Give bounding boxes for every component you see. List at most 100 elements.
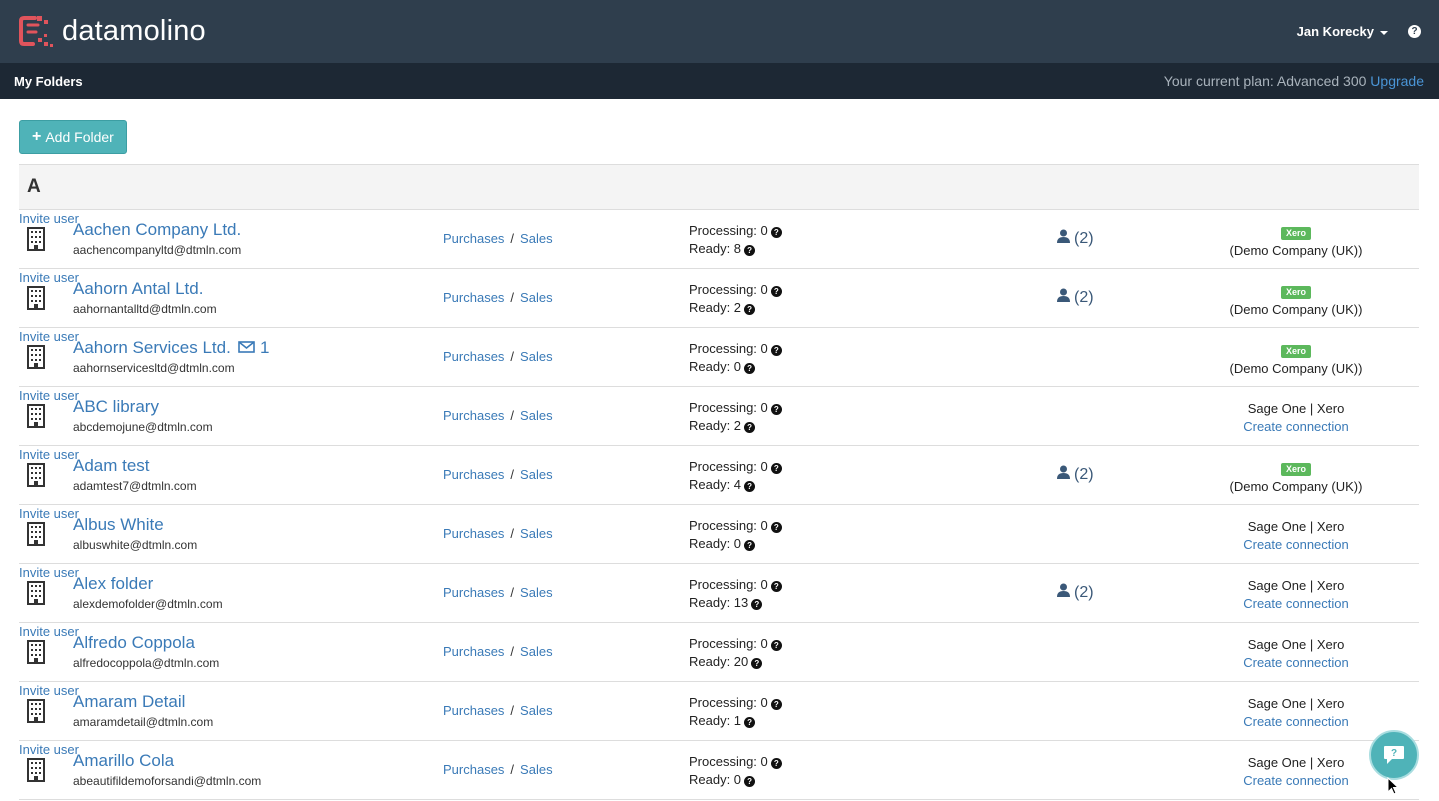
invite-user-link[interactable]: Invite user — [19, 447, 79, 462]
sales-link[interactable]: Sales — [520, 585, 553, 600]
create-connection-link[interactable]: Create connection — [1243, 714, 1349, 729]
invite-user-link[interactable]: Invite user — [19, 683, 79, 698]
sales-link[interactable]: Sales — [520, 526, 553, 541]
invite-user-link[interactable]: Invite user — [19, 211, 79, 226]
question-circle-icon[interactable]: ? — [751, 658, 763, 669]
link-separator: / — [510, 231, 515, 246]
question-circle-icon[interactable]: ? — [744, 422, 756, 433]
purchases-link[interactable]: Purchases — [443, 231, 504, 246]
folder-name-link[interactable]: Alex folder — [73, 574, 153, 593]
question-circle-icon[interactable]: ? — [770, 758, 782, 769]
question-circle-icon[interactable]: ? — [770, 522, 782, 533]
chat-support-button[interactable]: ? — [1369, 730, 1419, 780]
folder-name-link[interactable]: Amaram Detail — [73, 692, 185, 711]
ready-count: Ready: 0 — [689, 772, 742, 787]
purchases-link[interactable]: Purchases — [443, 644, 504, 659]
sales-link[interactable]: Sales — [520, 408, 553, 423]
page-title: My Folders — [14, 73, 83, 89]
purchases-link[interactable]: Purchases — [443, 290, 504, 305]
folder-users[interactable]: (2) — [1057, 229, 1094, 248]
invite-user-link[interactable]: Invite user — [19, 742, 79, 757]
svg-text:?: ? — [1391, 748, 1397, 759]
available-services: Sage One | Xero — [1247, 696, 1345, 711]
sales-link[interactable]: Sales — [520, 467, 553, 482]
question-circle-icon[interactable]: ? — [770, 286, 782, 297]
purchases-link[interactable]: Purchases — [443, 467, 504, 482]
sales-link[interactable]: Sales — [520, 290, 553, 305]
accounting-connection: Xero (Demo Company (UK)) — [1185, 283, 1407, 317]
link-separator: / — [510, 526, 515, 541]
create-connection-link[interactable]: Create connection — [1243, 537, 1349, 552]
invite-user-link[interactable]: Invite user — [19, 388, 79, 403]
question-circle-icon[interactable]: ? — [770, 404, 782, 415]
invite-user-link[interactable]: Invite user — [19, 270, 79, 285]
purchases-link[interactable]: Purchases — [443, 762, 504, 777]
question-circle-icon[interactable]: ? — [744, 481, 756, 492]
question-circle-icon[interactable]: ? — [744, 304, 756, 315]
question-circle-icon[interactable]: ? — [770, 699, 782, 710]
folder-users[interactable]: (2) — [1057, 288, 1094, 307]
create-connection-link[interactable]: Create connection — [1243, 655, 1349, 670]
question-circle-icon[interactable]: ? — [1408, 25, 1421, 38]
folder-name-cell: Amaram Detail amaramdetail@dtmln.com — [73, 692, 213, 729]
purchases-link[interactable]: Purchases — [443, 585, 504, 600]
folder-name-cell: Albus White albuswhite@dtmln.com — [73, 515, 197, 552]
sales-link[interactable]: Sales — [520, 644, 553, 659]
upgrade-link[interactable]: Upgrade — [1370, 73, 1424, 89]
question-circle-icon[interactable]: ? — [770, 227, 782, 238]
user-icon — [1057, 288, 1074, 307]
building-icon — [26, 758, 46, 782]
folder-status: Processing: 0? Ready: 8? — [689, 222, 782, 258]
create-connection-link[interactable]: Create connection — [1243, 419, 1349, 434]
sales-link[interactable]: Sales — [520, 349, 553, 364]
folder-users[interactable]: (2) — [1057, 583, 1094, 602]
accounting-connection: Sage One | Xero Create connection — [1185, 695, 1407, 731]
question-circle-icon[interactable]: ? — [770, 463, 782, 474]
create-connection-link[interactable]: Create connection — [1243, 773, 1349, 788]
user-count: (2) — [1074, 288, 1094, 306]
create-connection-link[interactable]: Create connection — [1243, 596, 1349, 611]
folder-name-link[interactable]: Aahorn Services Ltd. — [73, 338, 231, 357]
folder-name-link[interactable]: Adam test — [73, 456, 150, 475]
purchases-link[interactable]: Purchases — [443, 703, 504, 718]
folder-users[interactable]: (2) — [1057, 465, 1094, 484]
purchases-link[interactable]: Purchases — [443, 526, 504, 541]
question-circle-icon[interactable]: ? — [770, 345, 782, 356]
sales-link[interactable]: Sales — [520, 703, 553, 718]
accounting-connection: Sage One | Xero Create connection — [1185, 400, 1407, 436]
building-icon — [26, 581, 46, 605]
folder-name-link[interactable]: Aachen Company Ltd. — [73, 220, 241, 239]
invite-user-link[interactable]: Invite user — [19, 624, 79, 639]
question-circle-icon[interactable]: ? — [751, 599, 763, 610]
question-circle-icon[interactable]: ? — [744, 776, 756, 787]
folder-name-link[interactable]: Alfredo Coppola — [73, 633, 195, 652]
folder-name-link[interactable]: Amarillo Cola — [73, 751, 174, 770]
folder-messages[interactable]: 1 — [238, 338, 269, 357]
user-menu[interactable]: Jan Korecky — [1297, 24, 1388, 39]
purchases-link[interactable]: Purchases — [443, 349, 504, 364]
sub-navbar: My Folders Your current plan: Advanced 3… — [0, 63, 1439, 99]
folder-name-link[interactable]: Albus White — [73, 515, 164, 534]
question-circle-icon[interactable]: ? — [770, 581, 782, 592]
sales-link[interactable]: Sales — [520, 762, 553, 777]
question-circle-icon[interactable]: ? — [744, 717, 756, 728]
invite-user-link[interactable]: Invite user — [19, 565, 79, 580]
invite-user-link[interactable]: Invite user — [19, 329, 79, 344]
add-folder-button[interactable]: + Add Folder — [19, 120, 127, 154]
brand[interactable]: datamolino — [18, 14, 206, 50]
invite-user-link[interactable]: Invite user — [19, 506, 79, 521]
ready-count: Ready: 0 — [689, 359, 742, 374]
folder-row: ABC library abcdemojune@dtmln.com Purchase… — [19, 387, 1419, 446]
question-circle-icon[interactable]: ? — [744, 245, 756, 256]
question-circle-icon[interactable]: ? — [744, 363, 756, 374]
purchases-link[interactable]: Purchases — [443, 408, 504, 423]
question-circle-icon[interactable]: ? — [770, 640, 782, 651]
folder-status: Processing: 0? Ready: 4? — [689, 458, 782, 494]
user-count: (2) — [1074, 465, 1094, 483]
sales-link[interactable]: Sales — [520, 231, 553, 246]
folder-name-link[interactable]: ABC library — [73, 397, 159, 416]
user-count: (2) — [1074, 229, 1094, 247]
folder-name-link[interactable]: Aahorn Antal Ltd. — [73, 279, 203, 298]
ready-count: Ready: 0 — [689, 536, 742, 551]
question-circle-icon[interactable]: ? — [744, 540, 756, 551]
